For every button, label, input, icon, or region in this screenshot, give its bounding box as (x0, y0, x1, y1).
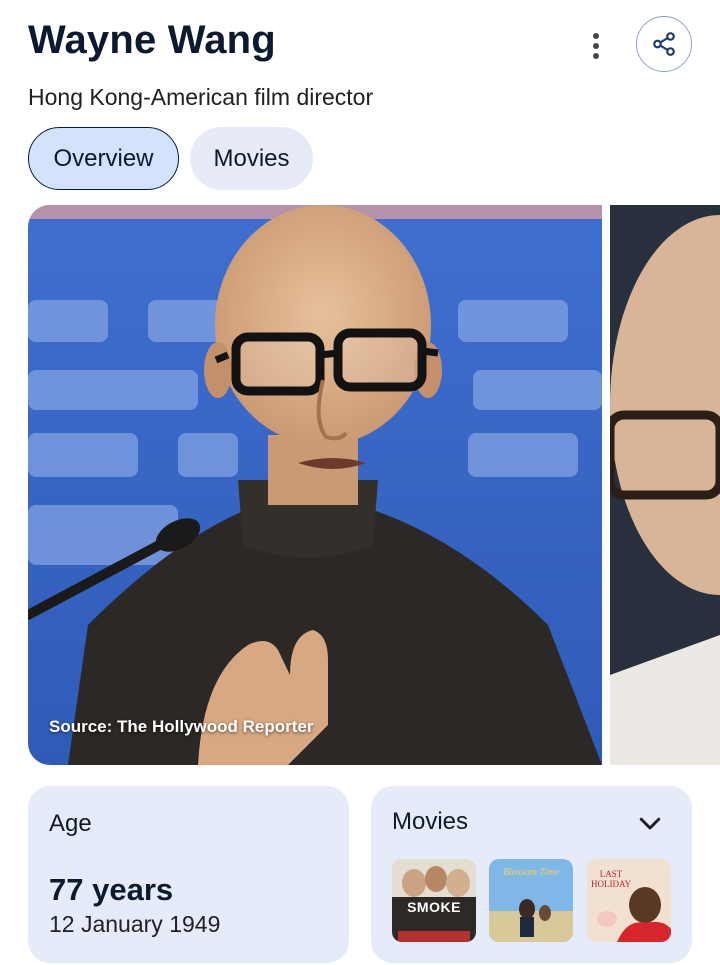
secondary-photo[interactable] (610, 205, 720, 765)
movie-poster-blossom-time[interactable]: Blossom Time (489, 859, 573, 942)
poster-title: LAST HOLIDAY (591, 869, 632, 889)
main-photo[interactable] (28, 205, 602, 765)
movie-poster-smoke[interactable]: SMOKE (392, 859, 476, 942)
movies-card[interactable]: Movies SMOKE Blossom Time LAST HOLIDAY (371, 786, 692, 963)
tab-movies[interactable]: Movies (190, 127, 313, 190)
portrait-photo (28, 205, 602, 765)
age-card[interactable]: Age 77 years 12 January 1949 (28, 786, 349, 963)
poster-title: Blossom Time (503, 867, 559, 878)
tab-overview[interactable]: Overview (28, 127, 179, 190)
poster-title: SMOKE (407, 899, 461, 915)
portrait-photo-2 (610, 205, 720, 765)
more-vert-icon (593, 33, 599, 39)
page-title: Wayne Wang (28, 18, 276, 62)
share-icon (653, 32, 675, 56)
movies-label: Movies (392, 808, 469, 835)
image-source-caption: Source: The Hollywood Reporter (49, 717, 314, 736)
birth-date: 12 January 1949 (49, 911, 221, 937)
page-subtitle: Hong Kong-American film director (28, 84, 374, 110)
more-options-button[interactable] (576, 26, 616, 66)
chevron-down-icon[interactable] (635, 808, 665, 838)
age-label: Age (49, 810, 92, 837)
age-value: 77 years (49, 872, 174, 907)
share-button[interactable] (636, 16, 692, 72)
movie-poster-last-holiday[interactable]: LAST HOLIDAY (587, 859, 671, 942)
